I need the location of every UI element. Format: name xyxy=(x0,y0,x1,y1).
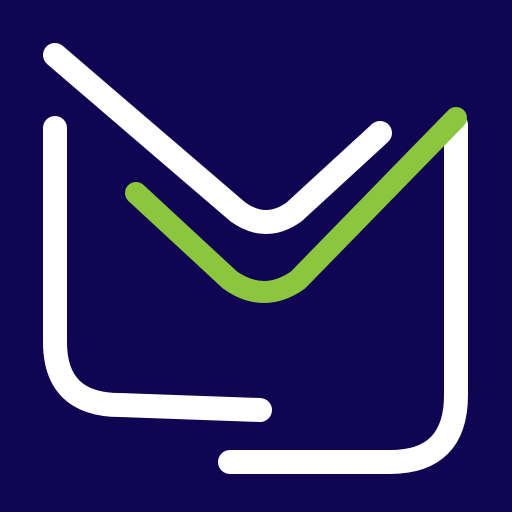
mail-logo-icon xyxy=(0,0,512,512)
app-icon xyxy=(0,0,512,512)
